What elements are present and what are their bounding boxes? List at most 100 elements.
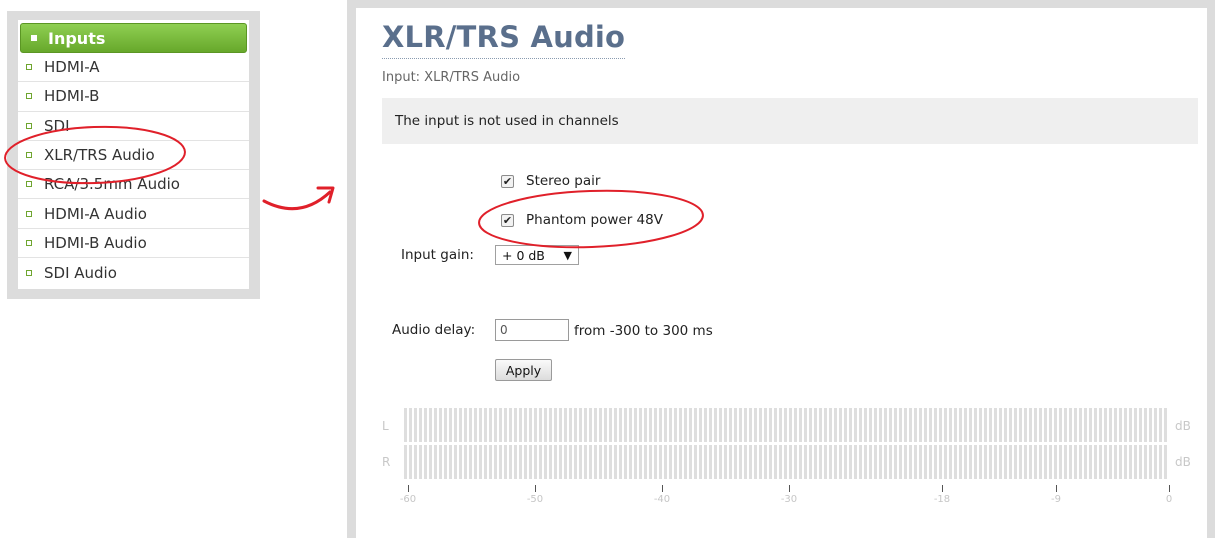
meter-segment <box>764 445 767 479</box>
sidebar-item-label: HDMI-A Audio <box>44 204 147 223</box>
meter-segment <box>699 408 702 442</box>
meter-segment <box>659 408 662 442</box>
meter-segment <box>984 408 987 442</box>
meter-segment <box>544 408 547 442</box>
meter-segment <box>914 445 917 479</box>
meter-segment <box>669 408 672 442</box>
apply-button[interactable]: Apply <box>495 359 552 381</box>
meter-segment <box>1099 408 1102 442</box>
meter-segment <box>529 408 532 442</box>
sidebar-item-hdmi-b-audio[interactable]: HDMI-B Audio <box>18 229 249 259</box>
meter-right-label: R <box>382 455 391 469</box>
meter-segment <box>1084 408 1087 442</box>
meter-segment <box>774 408 777 442</box>
channel-notice: The input is not used in channels <box>382 98 1198 144</box>
meter-segment <box>534 445 537 479</box>
meter-segment <box>604 408 607 442</box>
meter-segment <box>749 408 752 442</box>
meter-segment <box>1004 445 1007 479</box>
meter-segment <box>1049 445 1052 479</box>
meter-segment <box>709 408 712 442</box>
meter-segment <box>1034 408 1037 442</box>
sidebar-item-hdmi-a[interactable]: HDMI-A <box>18 53 249 83</box>
meter-segment <box>534 408 537 442</box>
meter-segment <box>754 445 757 479</box>
scale-label: -9 <box>1051 494 1061 505</box>
meter-segment <box>1034 445 1037 479</box>
meter-segment <box>434 408 437 442</box>
meter-segment <box>499 445 502 479</box>
meter-segment <box>469 445 472 479</box>
meter-segment <box>539 408 542 442</box>
meter-segment <box>824 445 827 479</box>
meter-segment <box>739 445 742 479</box>
scale-tick <box>535 485 536 492</box>
meter-segment <box>1044 445 1047 479</box>
meter-segment <box>714 408 717 442</box>
meter-segment <box>644 408 647 442</box>
meter-segment <box>579 408 582 442</box>
meter-segment <box>679 445 682 479</box>
meter-segment <box>934 445 937 479</box>
sidebar-item-rca-audio[interactable]: RCA/3.5mm Audio <box>18 170 249 200</box>
meter-segment <box>1029 408 1032 442</box>
meter-segment <box>689 408 692 442</box>
meter-segment <box>434 445 437 479</box>
meter-segment <box>779 445 782 479</box>
meter-segment <box>1134 445 1137 479</box>
meter-segment <box>994 408 997 442</box>
meter-segment <box>619 408 622 442</box>
meter-segment <box>574 445 577 479</box>
meter-segment <box>609 445 612 479</box>
meter-segment <box>544 445 547 479</box>
meter-segment <box>594 408 597 442</box>
meter-segment <box>744 408 747 442</box>
meter-segment <box>1009 408 1012 442</box>
stereo-pair-checkbox[interactable]: ✔ <box>501 174 514 188</box>
meter-segment <box>734 445 737 479</box>
meter-segment <box>414 445 417 479</box>
sidebar-item-hdmi-a-audio[interactable]: HDMI-A Audio <box>18 199 249 229</box>
meter-segment <box>764 408 767 442</box>
input-gain-select[interactable]: + 0 dB ▼ <box>495 245 579 265</box>
dropdown-arrow-icon: ▼ <box>563 248 572 262</box>
meter-segment <box>809 445 812 479</box>
meter-segment <box>819 408 822 442</box>
audio-delay-range: from -300 to 300 ms <box>574 323 713 339</box>
meter-segment <box>704 445 707 479</box>
meter-segment <box>604 445 607 479</box>
meter-segment <box>784 408 787 442</box>
meter-segment <box>1154 408 1157 442</box>
sidebar-header-inputs[interactable]: Inputs <box>20 23 247 53</box>
meter-segment <box>1139 445 1142 479</box>
scale-label: -18 <box>933 494 951 505</box>
meter-segment <box>464 408 467 442</box>
meter-segment <box>1059 445 1062 479</box>
meter-segment <box>424 445 427 479</box>
meter-segment <box>719 408 722 442</box>
meter-segment <box>454 408 457 442</box>
sidebar-item-sdi-audio[interactable]: SDI Audio <box>18 258 249 287</box>
sidebar-item-sdi[interactable]: SDI <box>18 112 249 141</box>
audio-delay-input[interactable]: 0 <box>495 319 569 341</box>
meter-segment <box>939 408 942 442</box>
meter-segment <box>639 445 642 479</box>
meter-segment <box>1019 408 1022 442</box>
meter-segment <box>624 445 627 479</box>
meter-segment <box>509 445 512 479</box>
meter-segment <box>819 445 822 479</box>
meter-segment <box>664 445 667 479</box>
meter-segment <box>904 445 907 479</box>
meter-segment <box>409 445 412 479</box>
sidebar-item-hdmi-b[interactable]: HDMI-B <box>18 82 249 112</box>
audio-delay-value: 0 <box>500 323 508 337</box>
meter-segment <box>999 408 1002 442</box>
meter-segment <box>454 445 457 479</box>
meter-segment <box>594 445 597 479</box>
phantom-power-checkbox[interactable]: ✔ <box>501 213 514 227</box>
square-bullet-icon <box>26 239 32 246</box>
meter-segment <box>504 408 507 442</box>
meter-segment <box>939 445 942 479</box>
meter-segment <box>949 445 952 479</box>
sidebar-item-xlr-trs-audio[interactable]: XLR/TRS Audio <box>18 141 249 171</box>
